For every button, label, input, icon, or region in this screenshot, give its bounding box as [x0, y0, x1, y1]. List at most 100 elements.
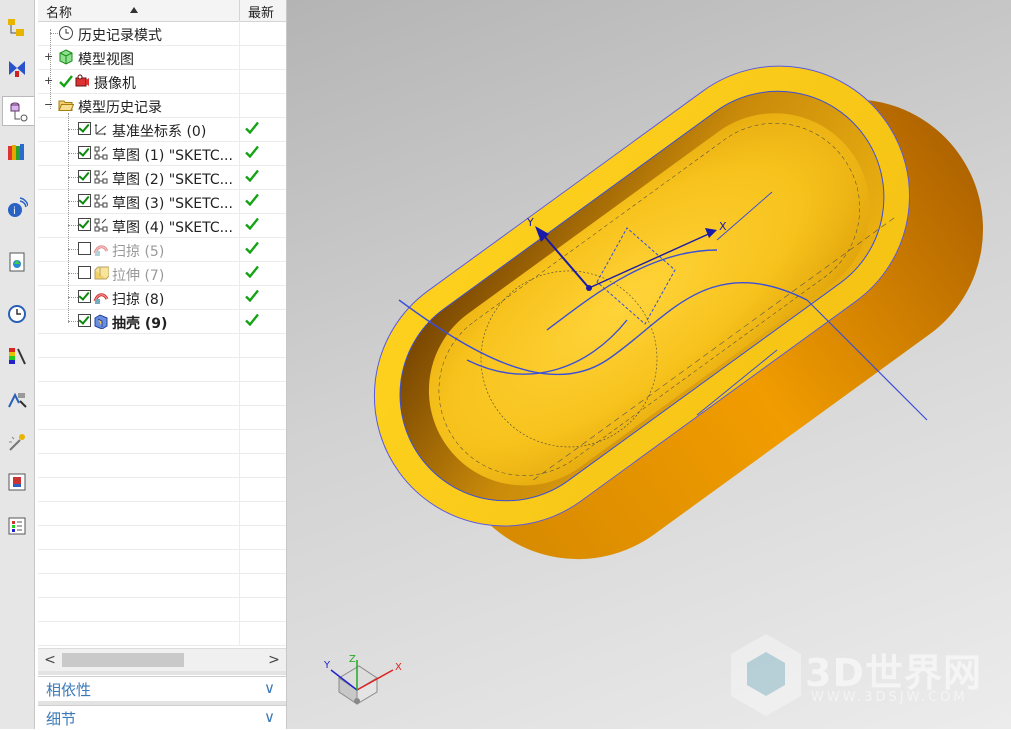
suppress-checkbox[interactable] — [78, 146, 91, 159]
suppress-checkbox[interactable] — [78, 266, 91, 279]
up-to-date-check-icon — [245, 217, 259, 231]
history-palette-button[interactable] — [3, 248, 31, 276]
assembly-navigator-button[interactable] — [3, 14, 31, 42]
tree-node-model-history[interactable]: − 模型历史记录 — [38, 93, 286, 118]
watermark-logo-icon — [731, 634, 801, 716]
clock-icon — [58, 25, 74, 41]
tree-node-sketch-2[interactable]: 草图 (2) "SKETC... — [38, 165, 286, 190]
expand-plus-icon[interactable]: + — [44, 51, 53, 62]
sketch-icon — [93, 193, 109, 209]
tree-node-sketch-4[interactable]: 草图 (4) "SKETC... — [38, 213, 286, 238]
model-history-label: 模型历史记录 — [78, 100, 162, 116]
scroll-right-arrow[interactable]: > — [266, 652, 282, 668]
wizard-wand-icon — [9, 434, 25, 451]
empty-row — [38, 501, 286, 526]
empty-row — [38, 597, 286, 622]
constraint-navigator-button[interactable] — [3, 54, 31, 82]
suppress-checkbox[interactable] — [78, 314, 91, 327]
part-navigator-button[interactable] — [2, 96, 34, 126]
part-navigator-icon — [10, 102, 27, 122]
empty-row — [38, 573, 286, 598]
system-scenes-button[interactable] — [3, 512, 31, 540]
dependencies-title: 相依性 — [46, 681, 92, 699]
chevron-down-icon[interactable]: ∨ — [264, 679, 275, 697]
svg-text:i: i — [13, 206, 16, 217]
up-to-date-check-icon — [245, 193, 259, 207]
suppress-checkbox[interactable] — [78, 122, 91, 135]
tree-node-sweep-8[interactable]: 扫掠 (8) — [38, 285, 286, 310]
empty-row — [38, 621, 286, 646]
process-studio-button[interactable] — [3, 386, 31, 414]
up-to-date-check-icon — [245, 241, 259, 255]
clock-icon — [8, 305, 26, 323]
sweep-icon — [93, 241, 109, 257]
sketch-icon — [93, 217, 109, 233]
empty-row — [38, 453, 286, 478]
document-palette-icon — [9, 252, 25, 272]
feature-label: 基准坐标系 (0) — [112, 124, 207, 140]
feature-label: 草图 (4) "SKETC... — [112, 220, 233, 236]
details-panel-header[interactable]: 细节 ∨ — [38, 705, 286, 730]
visualization-button[interactable] — [3, 342, 31, 370]
view-triad-icon: X Y Z — [323, 654, 402, 705]
column-latest-label: 最新 — [248, 6, 275, 21]
suppress-checkbox[interactable] — [78, 290, 91, 303]
manufacturing-wizard-button[interactable] — [3, 428, 31, 456]
reuse-library-button[interactable] — [3, 138, 31, 166]
tree-node-cameras[interactable]: + 摄像机 — [38, 69, 286, 94]
sort-ascending-icon[interactable] — [130, 7, 138, 13]
web-browser-button[interactable]: i — [3, 194, 31, 222]
process-tool-icon — [8, 392, 27, 408]
suppress-checkbox[interactable] — [78, 242, 91, 255]
roles-button[interactable] — [3, 468, 31, 496]
color-spectrum-icon — [9, 348, 26, 365]
scroll-left-arrow[interactable]: < — [42, 652, 58, 668]
empty-row — [38, 357, 286, 382]
feature-label: 抽壳 (9) — [112, 316, 168, 332]
tree-node-shell-9[interactable]: 抽壳 (9) — [38, 309, 286, 334]
up-to-date-check-icon — [245, 145, 259, 159]
tree-node-model-views[interactable]: + 模型视图 — [38, 45, 286, 70]
chevron-down-icon[interactable]: ∨ — [264, 708, 275, 726]
shelled-part-model[interactable]: Y X — [287, 0, 1011, 729]
expand-plus-icon[interactable]: + — [44, 75, 53, 86]
horizontal-scrollbar[interactable]: < > — [38, 648, 286, 671]
model-views-icon — [58, 49, 74, 65]
library-books-icon — [8, 144, 24, 160]
suppress-checkbox[interactable] — [78, 194, 91, 207]
navigator-header: 名称 最新 — [38, 0, 286, 22]
tree-node-extrude-7[interactable]: 拉伸 (7) — [38, 261, 286, 286]
collapse-minus-icon[interactable]: − — [44, 99, 53, 110]
scroll-thumb[interactable] — [62, 653, 184, 667]
part-navigator: 名称 最新 历史记录模式 + 模型视图 + 摄像机 − 模型历史记录 基准坐标系… — [38, 0, 287, 730]
tree-node-datum-csys[interactable]: 基准坐标系 (0) — [38, 117, 286, 142]
sketch-icon — [93, 169, 109, 185]
watermark-subtext: WWW.3DSJW.COM — [811, 690, 968, 705]
info-web-icon: i — [8, 197, 28, 217]
open-folder-icon — [58, 97, 75, 113]
tree-node-sweep-5[interactable]: 扫掠 (5) — [38, 237, 286, 262]
sketch-icon — [93, 145, 109, 161]
graphics-viewport[interactable]: Y X X Y Z 3D世界网 WWW.3DSJW.COM — [287, 0, 1011, 729]
dependencies-panel-header[interactable]: 相依性 ∨ — [38, 676, 286, 701]
feature-label: 草图 (3) "SKETC... — [112, 196, 233, 212]
suppress-checkbox[interactable] — [78, 170, 91, 183]
column-latest-header[interactable]: 最新 — [239, 0, 287, 21]
column-name-header[interactable]: 名称 — [46, 2, 72, 21]
tree-node-sketch-3[interactable]: 草图 (3) "SKETC... — [38, 189, 286, 214]
roles-card-icon — [8, 473, 26, 491]
camera-icon — [74, 73, 90, 89]
history-button[interactable] — [3, 300, 31, 328]
resource-bar: i — [0, 0, 35, 729]
up-to-date-check-icon — [245, 265, 259, 279]
feature-tree: 历史记录模式 + 模型视图 + 摄像机 − 模型历史记录 基准坐标系 (0) 草… — [38, 21, 286, 651]
tree-node-history-mode[interactable]: 历史记录模式 — [38, 21, 286, 46]
empty-row — [38, 429, 286, 454]
feature-label: 拉伸 (7) — [112, 268, 165, 284]
sweep-icon — [93, 289, 109, 305]
empty-row — [38, 525, 286, 550]
suppress-checkbox[interactable] — [78, 218, 91, 231]
watermark-text: 3D世界网 — [805, 651, 982, 695]
assembly-navigator-icon — [8, 19, 24, 36]
tree-node-sketch-1[interactable]: 草图 (1) "SKETC... — [38, 141, 286, 166]
